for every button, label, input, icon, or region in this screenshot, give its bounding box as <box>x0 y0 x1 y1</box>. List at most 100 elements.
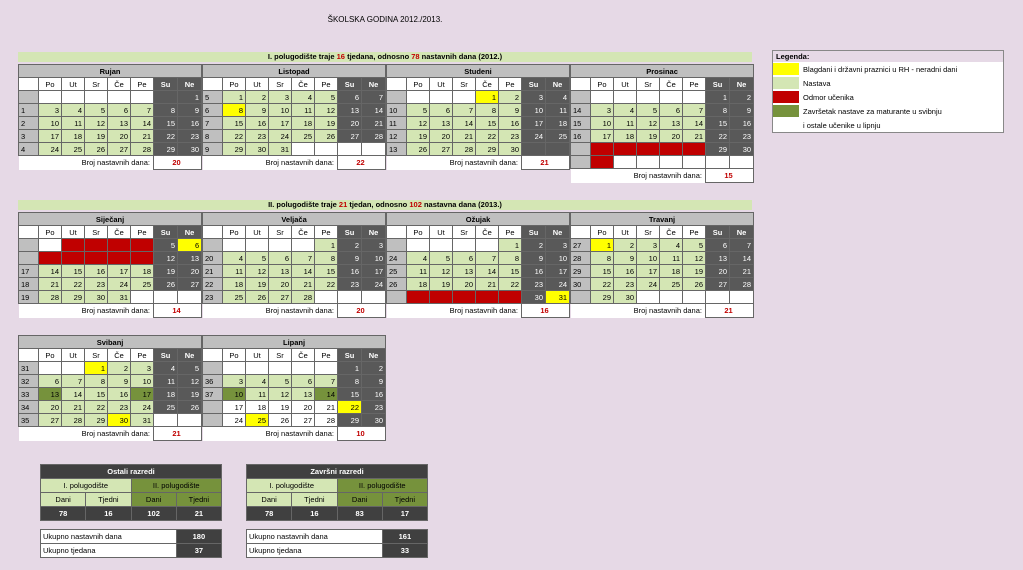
day-header: Ne <box>176 348 203 362</box>
day-cell: 12 <box>682 251 706 265</box>
week-col-header <box>386 77 407 91</box>
day-cell: 20 <box>337 116 362 130</box>
day-cell <box>360 290 387 304</box>
day-header: Pe <box>314 348 338 362</box>
count-value: 21 <box>704 303 755 318</box>
summary-total-value: 37 <box>175 543 223 558</box>
day-header: Sr <box>636 225 660 239</box>
day-cell: 22 <box>705 129 730 143</box>
day-cell <box>337 290 362 304</box>
day-cell: 15 <box>84 387 108 401</box>
summary-col: Dani <box>130 492 177 507</box>
day-header: Su <box>705 77 730 91</box>
day-cell: 6 <box>107 103 131 117</box>
week-col-header <box>202 77 223 91</box>
day-cell: 2 <box>337 238 362 252</box>
day-cell: 14 <box>682 116 706 130</box>
day-cell: 23 <box>498 129 522 143</box>
day-cell: 30 <box>107 413 131 427</box>
day-cell: 16 <box>107 387 131 401</box>
day-header: Če <box>659 77 683 91</box>
week-number: 20 <box>202 251 223 265</box>
day-cell: 30 <box>613 290 637 304</box>
day-header: Ne <box>545 77 570 91</box>
day-cell <box>429 238 453 252</box>
day-cell: 23 <box>521 277 546 291</box>
day-cell: 14 <box>38 264 62 278</box>
count-label: Broj nastavnih dana: <box>202 303 338 318</box>
day-cell: 1 <box>84 361 108 375</box>
day-header: Ut <box>613 77 637 91</box>
day-cell: 9 <box>360 374 387 388</box>
day-cell <box>406 90 430 104</box>
day-cell: 16 <box>176 116 203 130</box>
day-header: Sr <box>268 77 292 91</box>
summary-title: Završni razredi <box>246 464 428 479</box>
day-cell: 18 <box>406 277 430 291</box>
count-label: Broj nastavnih dana: <box>18 303 154 318</box>
day-cell: 2 <box>245 90 269 104</box>
day-cell <box>590 90 614 104</box>
day-header: Po <box>38 225 62 239</box>
day-cell: 26 <box>84 142 108 156</box>
day-cell: 27 <box>705 277 730 291</box>
day-header: Ne <box>176 225 203 239</box>
day-cell: 12 <box>314 103 338 117</box>
day-cell: 19 <box>176 387 203 401</box>
day-header: Pe <box>130 225 154 239</box>
legend-title: Legenda: <box>773 51 1003 62</box>
day-cell: 17 <box>544 264 571 278</box>
day-cell: 16 <box>521 264 546 278</box>
summary-total-value: 33 <box>381 543 429 558</box>
day-cell: 23 <box>728 129 755 143</box>
day-cell: 10 <box>222 387 246 401</box>
day-cell: 21 <box>452 129 476 143</box>
day-cell: 19 <box>636 129 660 143</box>
day-header: Sr <box>268 225 292 239</box>
day-cell: 13 <box>659 116 683 130</box>
day-cell: 3 <box>107 238 131 252</box>
day-header: Če <box>107 77 131 91</box>
day-cell: 11 <box>61 116 85 130</box>
week-number <box>386 290 407 304</box>
day-header: Ut <box>61 348 85 362</box>
day-cell <box>682 155 706 169</box>
day-cell: 18 <box>61 129 85 143</box>
day-cell <box>245 238 269 252</box>
day-cell: 9 <box>613 251 637 265</box>
day-header: Ne <box>728 225 755 239</box>
day-cell: 6 <box>176 238 203 252</box>
day-header: Su <box>337 77 362 91</box>
day-cell: 24 <box>544 277 571 291</box>
day-cell: 17 <box>636 264 660 278</box>
count-label: Broj nastavnih dana: <box>386 155 522 170</box>
day-cell <box>153 290 178 304</box>
day-cell <box>130 90 154 104</box>
calendar-studeni: Studeni Po Ut Sr Če Pe Su Ne 1 2 3 4 10 5 6 7 8 9 10 11 11 12… <box>386 64 570 170</box>
day-cell: 11 <box>245 387 269 401</box>
day-cell: 6 <box>337 90 362 104</box>
day-cell: 13 <box>705 251 730 265</box>
week-number <box>386 238 407 252</box>
day-cell: 27 <box>291 413 315 427</box>
month-name: Listopad <box>202 64 386 78</box>
day-cell <box>545 142 570 156</box>
day-cell: 9 <box>521 251 546 265</box>
day-header: Su <box>705 225 730 239</box>
legend-swatch <box>773 91 799 103</box>
day-header: Po <box>38 348 62 362</box>
day-cell <box>636 290 660 304</box>
day-cell: 18 <box>545 116 570 130</box>
day-header: Ne <box>360 348 387 362</box>
day-header: Po <box>406 225 430 239</box>
day-cell: 30 <box>521 290 546 304</box>
count-value: 21 <box>152 426 203 441</box>
day-cell <box>636 155 660 169</box>
day-cell: 8 <box>153 103 178 117</box>
day-cell <box>245 361 269 375</box>
day-header: Če <box>291 77 315 91</box>
day-cell: 19 <box>268 400 292 414</box>
day-cell: 13 <box>429 116 453 130</box>
day-header: Sr <box>84 348 108 362</box>
day-cell: 19 <box>245 277 269 291</box>
